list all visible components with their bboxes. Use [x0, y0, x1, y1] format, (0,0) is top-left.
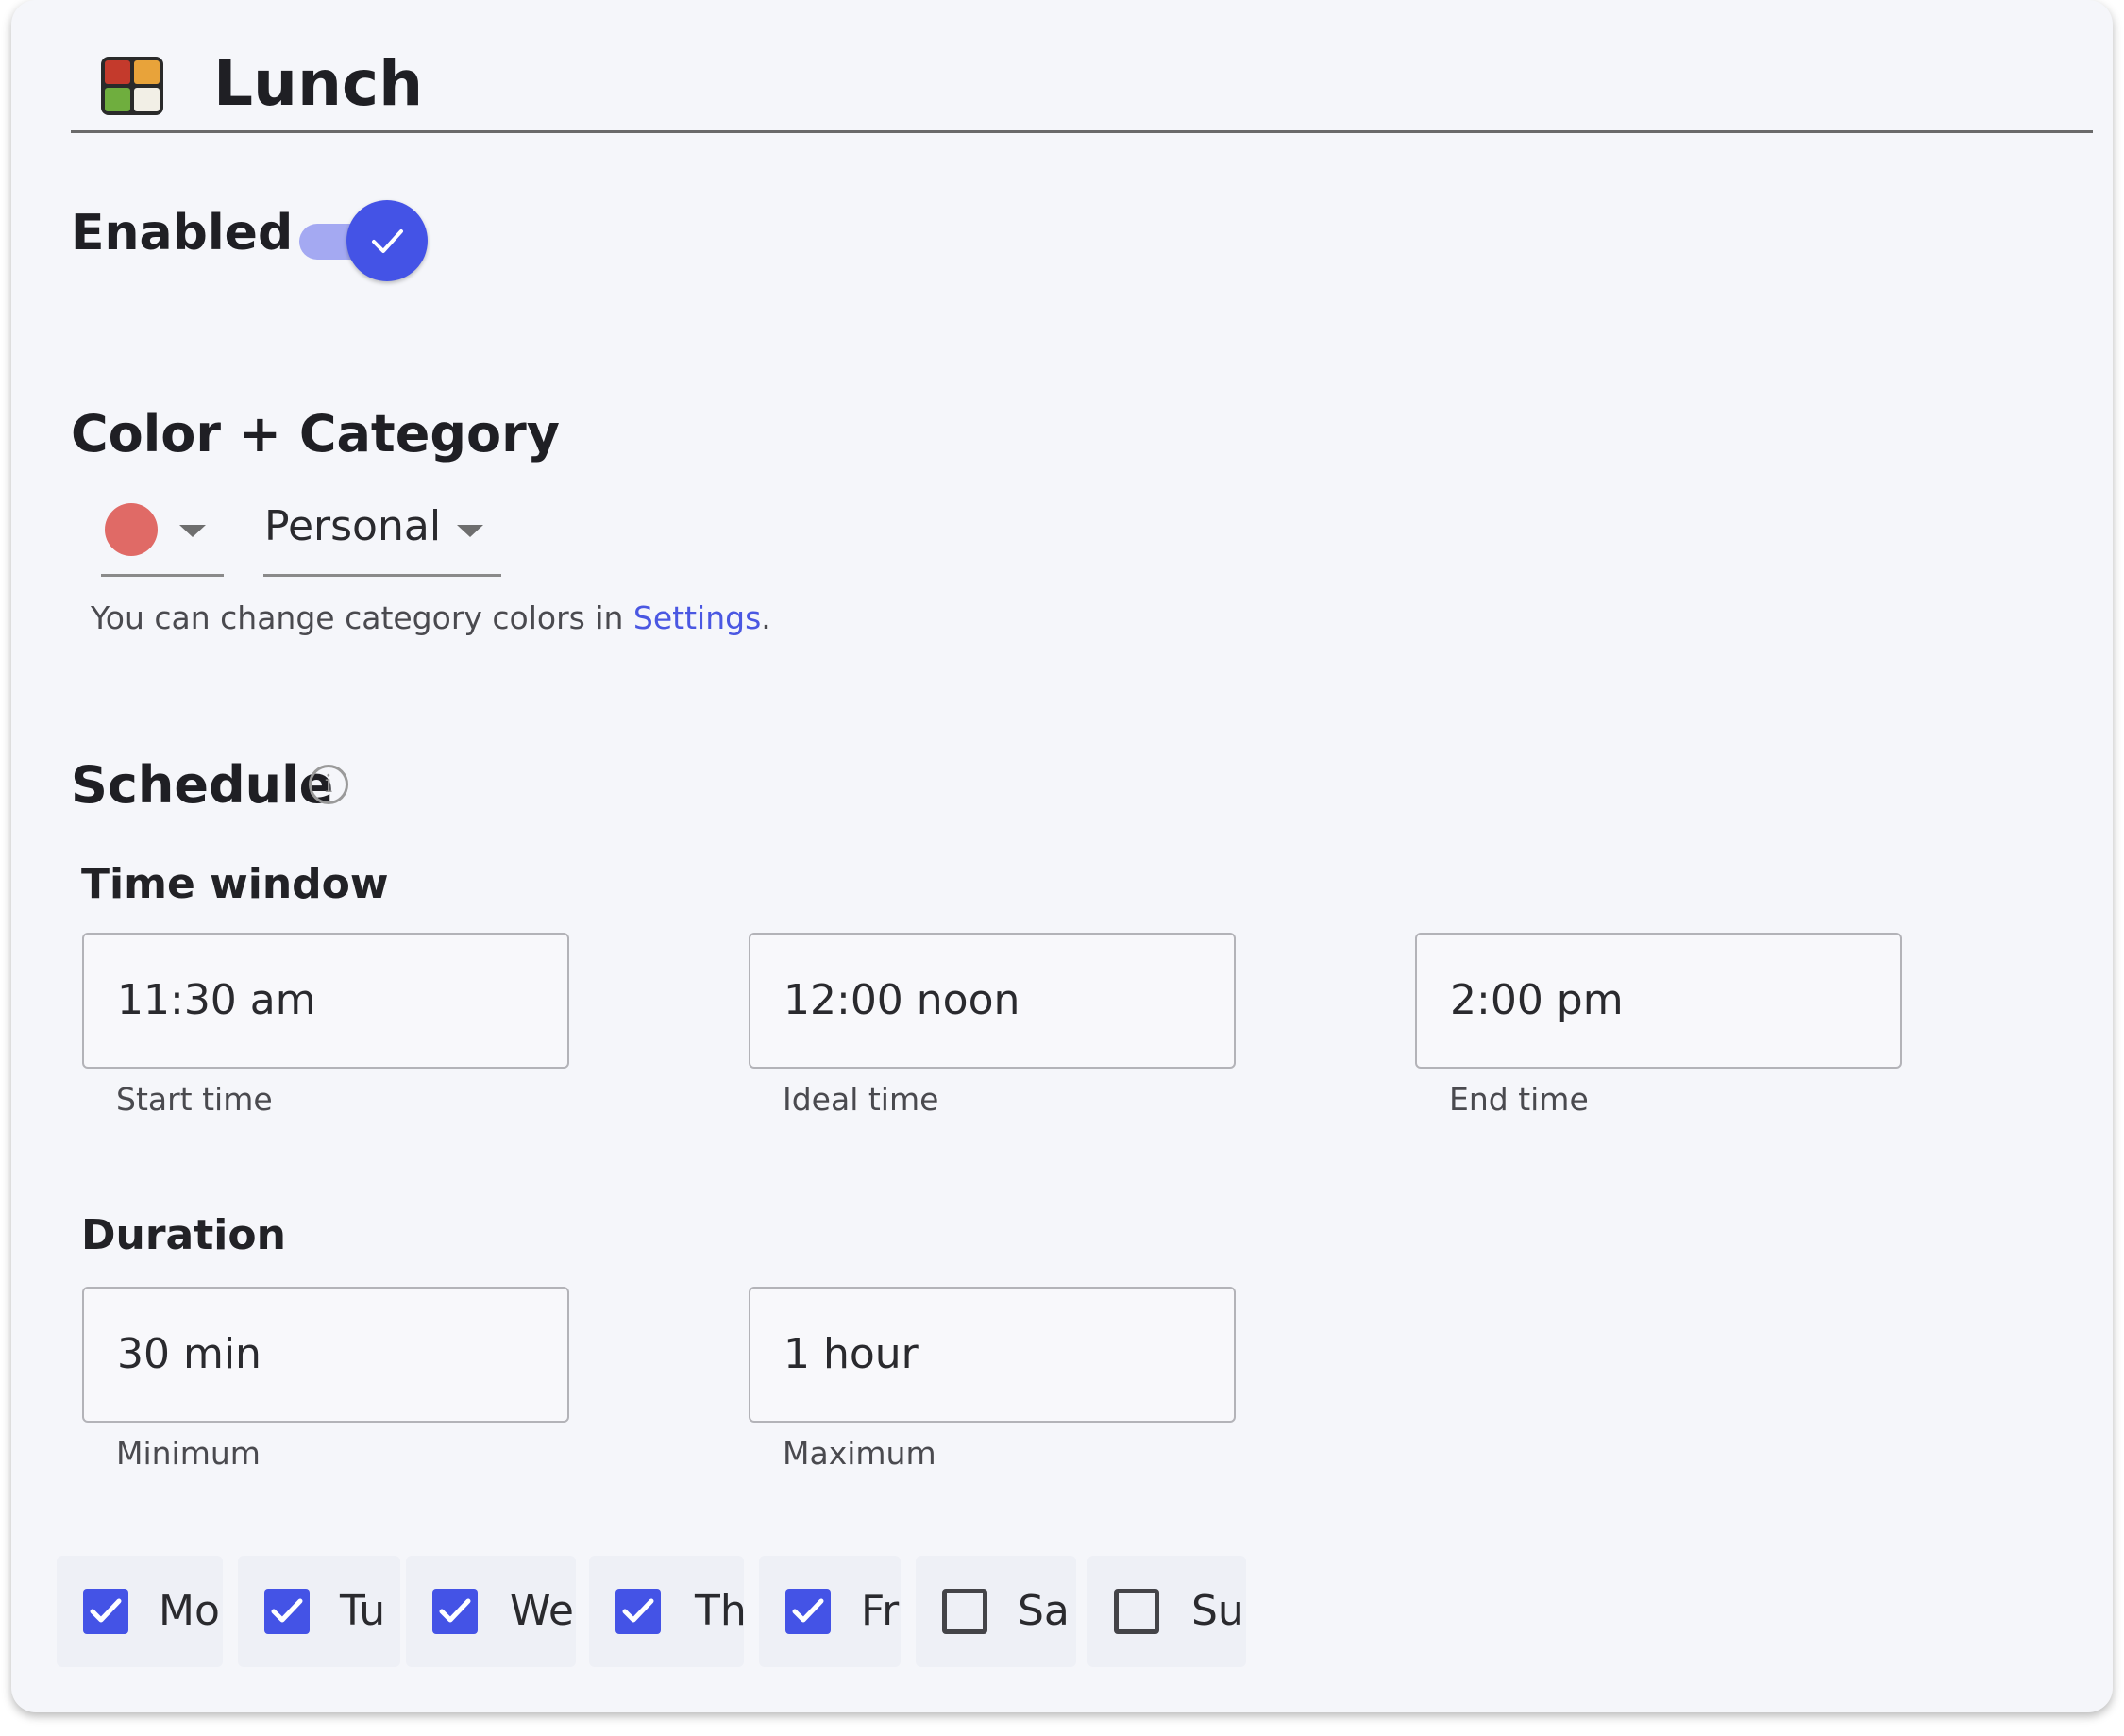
day-checkbox-friday[interactable]: Fr	[759, 1556, 901, 1667]
helper-text-prefix: You can change category colors in	[91, 599, 633, 636]
ideal-time-value: 12:00 noon	[784, 976, 1020, 1024]
day-label: Sa	[1018, 1587, 1070, 1635]
helper-text-suffix: .	[761, 599, 771, 636]
checkbox-checked-icon[interactable]	[264, 1589, 310, 1634]
start-time-value: 11:30 am	[117, 976, 316, 1024]
ideal-time-input[interactable]: 12:00 noon	[749, 933, 1236, 1069]
day-label: Th	[695, 1587, 747, 1635]
day-checkbox-thursday[interactable]: Th	[589, 1556, 747, 1667]
category-select[interactable]: Personal	[264, 497, 441, 556]
checkbox-unchecked-icon[interactable]	[1114, 1589, 1159, 1634]
day-checkbox-sunday[interactable]: Su	[1087, 1556, 1246, 1667]
info-icon[interactable]: i	[309, 765, 348, 804]
minimum-duration-caption: Minimum	[116, 1435, 261, 1472]
time-window-heading: Time window	[81, 860, 389, 908]
schedule-heading: Schedule	[71, 755, 334, 815]
maximum-duration-value: 1 hour	[784, 1330, 919, 1378]
chevron-down-icon[interactable]	[179, 525, 206, 537]
ideal-time-caption: Ideal time	[783, 1081, 939, 1118]
day-checkbox-monday[interactable]: Mo	[57, 1556, 223, 1667]
maximum-duration-caption: Maximum	[783, 1435, 936, 1472]
settings-link[interactable]: Settings	[633, 599, 761, 636]
day-label: Mo	[159, 1587, 220, 1635]
checkbox-checked-icon[interactable]	[432, 1589, 478, 1634]
chevron-down-icon[interactable]	[457, 525, 483, 537]
end-time-value: 2:00 pm	[1450, 976, 1624, 1024]
color-select-underline	[101, 574, 224, 577]
minimum-duration-value: 30 min	[117, 1330, 261, 1378]
day-checkbox-wednesday[interactable]: We	[406, 1556, 576, 1667]
day-label: We	[510, 1587, 574, 1635]
day-checkbox-saturday[interactable]: Sa	[916, 1556, 1076, 1667]
day-label: Fr	[861, 1587, 900, 1635]
color-swatch[interactable]	[105, 503, 158, 556]
enabled-toggle-knob[interactable]	[346, 200, 428, 281]
bento-box-icon	[101, 57, 163, 115]
page-title: Lunch	[213, 47, 424, 120]
category-helper-text: You can change category colors in Settin…	[91, 595, 771, 642]
color-category-heading: Color + Category	[71, 404, 560, 463]
day-checkbox-tuesday[interactable]: Tu	[238, 1556, 400, 1667]
checkbox-checked-icon[interactable]	[785, 1589, 831, 1634]
habit-card: Lunch Enabled Color + Category Personal …	[11, 0, 2113, 1712]
day-label: Tu	[340, 1587, 386, 1635]
start-time-input[interactable]: 11:30 am	[82, 933, 569, 1069]
end-time-input[interactable]: 2:00 pm	[1415, 933, 1902, 1069]
duration-heading: Duration	[81, 1211, 286, 1259]
start-time-caption: Start time	[116, 1081, 273, 1118]
checkbox-checked-icon[interactable]	[615, 1589, 661, 1634]
enabled-label: Enabled	[71, 205, 294, 261]
checkbox-checked-icon[interactable]	[83, 1589, 128, 1634]
category-select-underline	[263, 574, 501, 577]
checkbox-unchecked-icon[interactable]	[942, 1589, 987, 1634]
minimum-duration-input[interactable]: 30 min	[82, 1287, 569, 1423]
header-divider	[71, 130, 2093, 133]
maximum-duration-input[interactable]: 1 hour	[749, 1287, 1236, 1423]
end-time-caption: End time	[1449, 1081, 1589, 1118]
day-label: Su	[1191, 1587, 1244, 1635]
check-icon	[372, 229, 403, 253]
